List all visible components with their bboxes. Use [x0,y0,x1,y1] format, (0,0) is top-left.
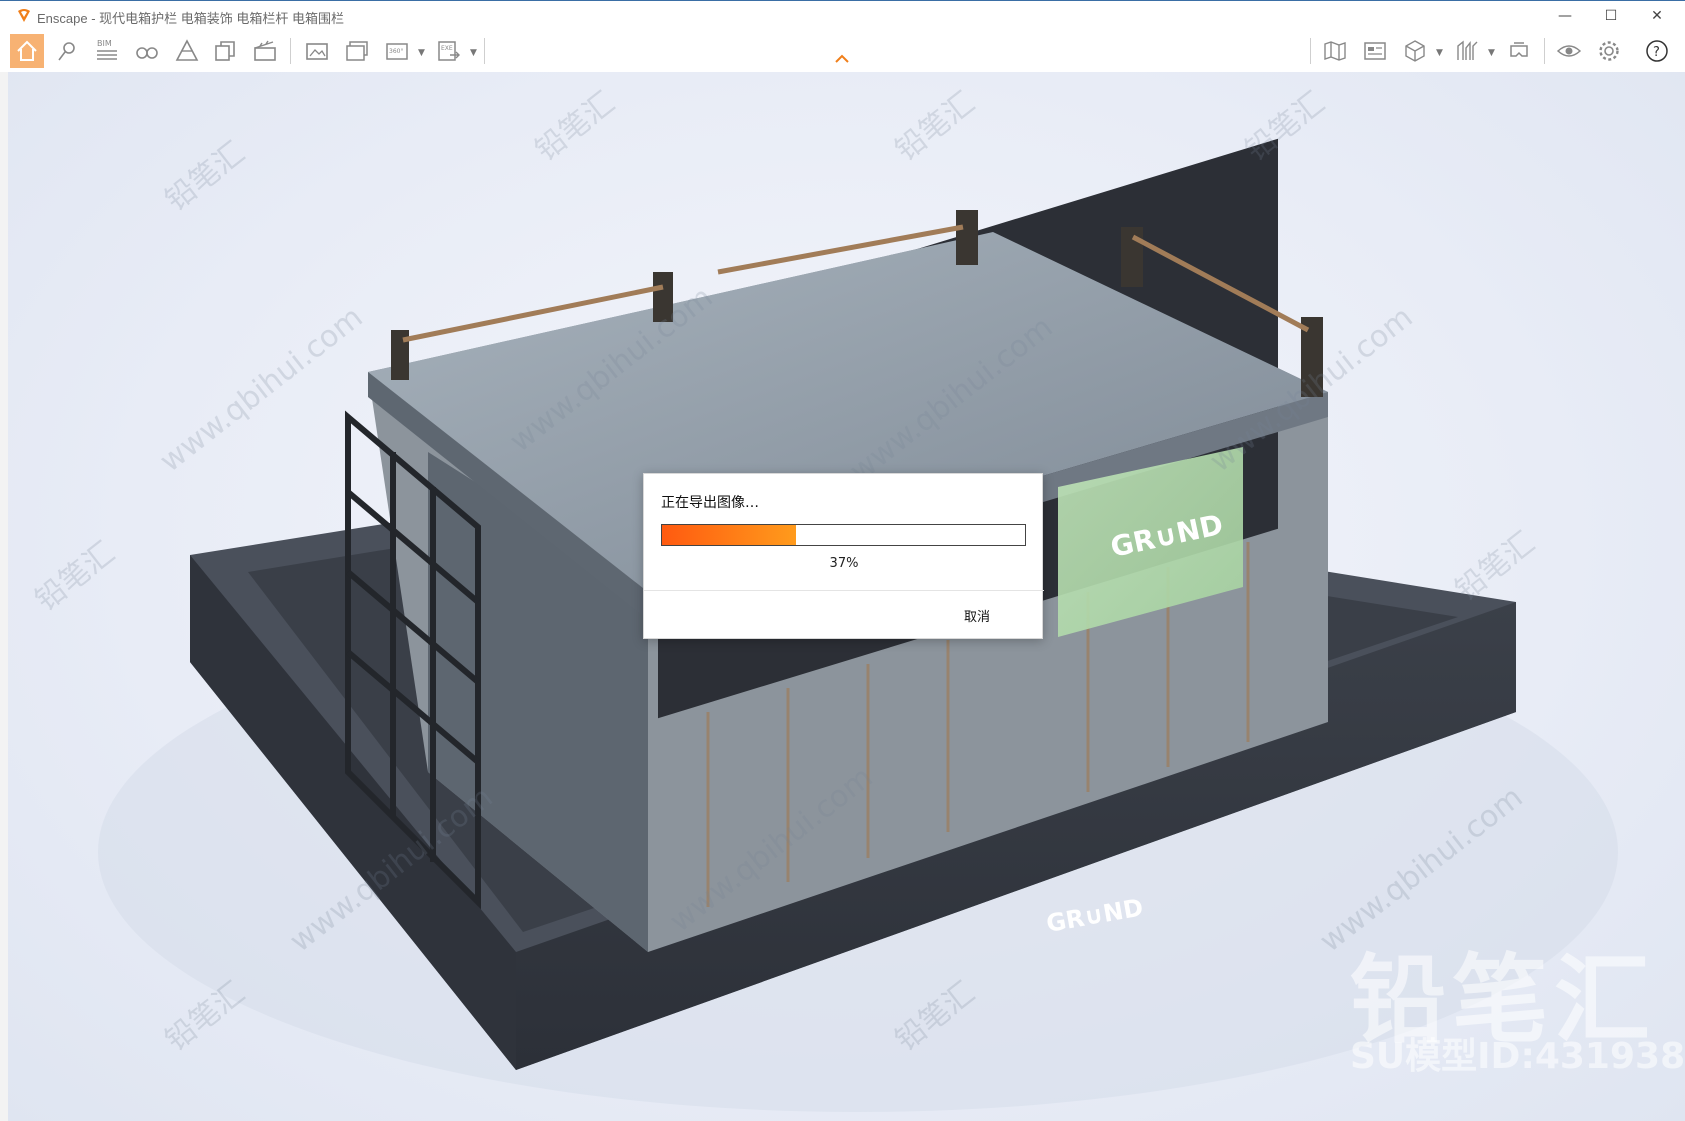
chevron-down-icon[interactable]: ▼ [418,48,425,58]
progress-fill [662,525,797,545]
svg-text:BIM: BIM [97,39,112,48]
video-clapper-icon [254,40,276,61]
materials-button[interactable] [208,34,242,68]
visibility-icon [1556,45,1582,57]
collapse-toolbar-chevron-icon[interactable] [834,52,850,64]
location-icon [58,42,75,61]
exe-export-icon: EXE [438,41,460,61]
home-button[interactable] [10,34,44,68]
toolbar-separator [1310,38,1311,64]
window-title: Enscape - 现代电箱护栏 电箱装饰 电箱栏杆 电箱围栏 [37,11,344,26]
toolbar-separator [290,38,291,64]
asset-library-icon [175,39,199,61]
help-button[interactable]: ? [1640,34,1674,68]
screenshot-button[interactable] [300,34,334,68]
vr-button[interactable] [1502,34,1536,68]
binoculars-button[interactable] [130,34,164,68]
map-icon [1324,41,1346,61]
close-button[interactable]: ✕ [1634,1,1680,31]
chevron-down-icon[interactable]: ▼ [1488,48,1495,58]
materials-icon [215,41,235,61]
exe-export-button[interactable]: EXE [432,34,466,68]
svg-text:360°: 360° [389,48,403,55]
panorama-icon: 360° [386,43,408,60]
toolbar: BIM 360° ▼ EXE ▼ ▼ ▼ ? [0,30,1685,72]
cube-button[interactable] [1398,34,1432,68]
location-button[interactable] [50,34,84,68]
section-button[interactable] [1450,34,1484,68]
help-icon: ? [1646,40,1668,62]
cancel-button[interactable]: 取消 [964,606,990,625]
asset-library-button[interactable] [170,34,204,68]
svg-text:?: ? [1653,45,1660,60]
vr-headset-icon [1510,42,1528,57]
video-editor-button[interactable] [248,34,282,68]
minimize-button[interactable]: — [1542,1,1588,31]
map-button[interactable] [1318,34,1352,68]
batch-render-icon [346,41,368,61]
settings-icon [1599,41,1619,61]
progress-percent: 37% [829,556,859,571]
svg-text:EXE: EXE [441,45,453,52]
section-icon [1457,40,1478,60]
progress-bar [661,524,1026,546]
bim-icon: BIM [97,39,117,60]
bim-button[interactable]: BIM [90,34,124,68]
batch-render-button[interactable] [340,34,374,68]
screenshot-icon [306,43,328,60]
enscape-logo-icon [18,9,30,22]
dialog-title: 正在导出图像… [661,495,759,511]
views-button[interactable] [1358,34,1392,68]
views-icon [1364,42,1386,60]
chevron-down-icon[interactable]: ▼ [1436,48,1443,58]
title-bar: Enscape - 现代电箱护栏 电箱装饰 电箱栏杆 电箱围栏 — ☐ ✕ [0,0,1685,30]
export-progress-dialog: 正在导出图像… 37% 取消 [643,473,1044,639]
toolbar-separator [1544,38,1545,64]
binoculars-icon [136,47,158,59]
visibility-button[interactable] [1552,34,1586,68]
cube-icon [1405,40,1425,62]
toolbar-separator [484,38,485,64]
settings-button[interactable] [1592,34,1626,68]
chevron-down-icon[interactable]: ▼ [470,48,477,58]
home-icon [17,40,37,61]
maximize-button[interactable]: ☐ [1588,1,1634,31]
dialog-divider [644,590,1044,591]
panorama-button[interactable]: 360° [380,34,414,68]
